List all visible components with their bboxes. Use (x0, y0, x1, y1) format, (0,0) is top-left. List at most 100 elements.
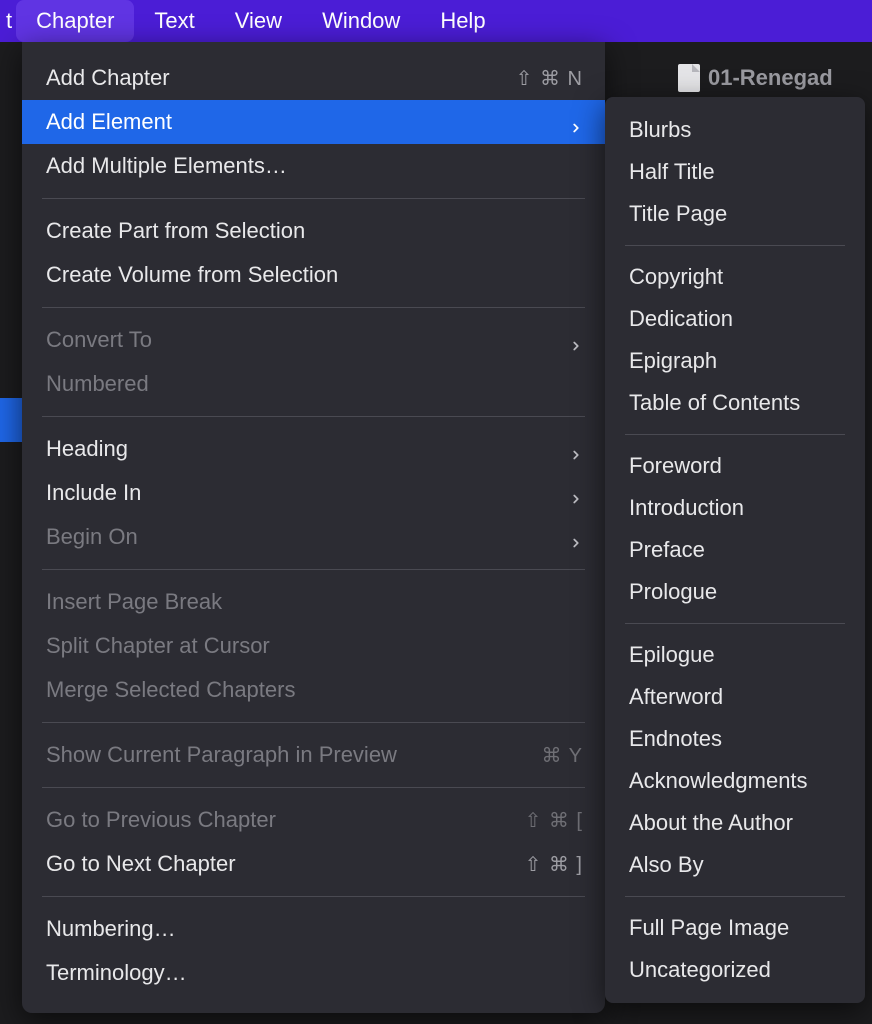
submenu-item-label: Full Page Image (629, 915, 789, 941)
submenu-item[interactable]: Epigraph (605, 340, 865, 382)
menu-separator (42, 416, 585, 417)
menu-item[interactable]: Heading (22, 427, 605, 471)
menu-item: Show Current Paragraph in Preview ⌘ Y (22, 733, 605, 777)
menu-item[interactable]: Add Chapter⇧ ⌘ N (22, 56, 605, 100)
chevron-right-icon (569, 442, 583, 456)
menu-separator (42, 896, 585, 897)
document-title: 01-Renegad (708, 65, 833, 91)
menu-item-label: Add Element (46, 109, 561, 135)
menu-item: Merge Selected Chapters (22, 668, 605, 712)
menu-item[interactable]: Add Element (22, 100, 605, 144)
menu-item-label: Create Part from Selection (46, 218, 583, 244)
menubar: t Chapter Text View Window Help (0, 0, 872, 42)
submenu-item[interactable]: Half Title (605, 151, 865, 193)
submenu-item[interactable]: Copyright (605, 256, 865, 298)
submenu-item-label: Table of Contents (629, 390, 800, 416)
menu-item: Go to Previous Chapter ⇧ ⌘ [ (22, 798, 605, 842)
add-element-submenu: Blurbs Half Title Title Page Copyright Dedic… (605, 97, 865, 1003)
menu-item-label: Merge Selected Chapters (46, 677, 583, 703)
submenu-item[interactable]: Epilogue (605, 634, 865, 676)
menu-item: Insert Page Break (22, 580, 605, 624)
document-tab[interactable]: 01-Renegad (678, 64, 833, 92)
menu-separator (42, 569, 585, 570)
submenu-item-label: Uncategorized (629, 957, 771, 983)
menu-item-label: Show Current Paragraph in Preview (46, 742, 533, 768)
menu-item-label: Begin On (46, 524, 561, 550)
document-icon (678, 64, 700, 92)
menu-item-label: Go to Previous Chapter (46, 807, 517, 833)
menu-item-label: Numbered (46, 371, 583, 397)
menu-separator (625, 896, 845, 897)
menu-item-label: Go to Next Chapter (46, 851, 517, 877)
submenu-item-label: About the Author (629, 810, 793, 836)
menu-separator (625, 434, 845, 435)
menubar-item-window[interactable]: Window (302, 0, 420, 42)
submenu-item-label: Also By (629, 852, 704, 878)
menu-item-label: Heading (46, 436, 561, 462)
menu-item-label: Create Volume from Selection (46, 262, 583, 288)
chevron-right-icon (569, 333, 583, 347)
submenu-item[interactable]: Title Page (605, 193, 865, 235)
submenu-item[interactable]: Table of Contents (605, 382, 865, 424)
menubar-item-text[interactable]: Text (134, 0, 214, 42)
submenu-item-label: Epigraph (629, 348, 717, 374)
submenu-item[interactable]: Prologue (605, 571, 865, 613)
menu-separator (625, 623, 845, 624)
menubar-item-view[interactable]: View (215, 0, 302, 42)
menu-item-label: Add Chapter (46, 65, 508, 91)
submenu-item[interactable]: Endnotes (605, 718, 865, 760)
menu-separator (42, 198, 585, 199)
submenu-item-label: Prologue (629, 579, 717, 605)
submenu-item[interactable]: Acknowledgments (605, 760, 865, 802)
submenu-item-label: Half Title (629, 159, 715, 185)
menu-item-label: Terminology… (46, 960, 583, 986)
menu-separator (42, 722, 585, 723)
menu-item-shortcut: ⇧ ⌘ [ (525, 808, 583, 833)
submenu-item[interactable]: Introduction (605, 487, 865, 529)
menu-item: Split Chapter at Cursor (22, 624, 605, 668)
menu-item[interactable]: Create Part from Selection (22, 209, 605, 253)
submenu-item-label: Foreword (629, 453, 722, 479)
menu-item[interactable]: Terminology… (22, 951, 605, 995)
menu-separator (42, 787, 585, 788)
submenu-item[interactable]: About the Author (605, 802, 865, 844)
menu-item-label: Numbering… (46, 916, 583, 942)
chevron-right-icon (569, 530, 583, 544)
submenu-item-label: Introduction (629, 495, 744, 521)
menu-item: Begin On (22, 515, 605, 559)
submenu-item-label: Endnotes (629, 726, 722, 752)
menu-item[interactable]: Numbering… (22, 907, 605, 951)
submenu-item[interactable]: Uncategorized (605, 949, 865, 991)
submenu-item[interactable]: Preface (605, 529, 865, 571)
menu-item-label: Convert To (46, 327, 561, 353)
submenu-item[interactable]: Afterword (605, 676, 865, 718)
submenu-item[interactable]: Dedication (605, 298, 865, 340)
menu-item[interactable]: Create Volume from Selection (22, 253, 605, 297)
chevron-right-icon (569, 486, 583, 500)
submenu-item-label: Dedication (629, 306, 733, 332)
submenu-item-label: Epilogue (629, 642, 715, 668)
menu-separator (625, 245, 845, 246)
submenu-item-label: Copyright (629, 264, 723, 290)
submenu-item-label: Title Page (629, 201, 727, 227)
menu-item[interactable]: Go to Next Chapter ⇧ ⌘ ] (22, 842, 605, 886)
menu-item[interactable]: Add Multiple Elements… (22, 144, 605, 188)
menubar-item-chapter[interactable]: Chapter (16, 0, 134, 42)
menu-item-label: Insert Page Break (46, 589, 583, 615)
submenu-item[interactable]: Also By (605, 844, 865, 886)
menu-item[interactable]: Include In (22, 471, 605, 515)
menu-item-shortcut: ⌘ Y (541, 743, 583, 768)
menu-item-shortcut: ⇧ ⌘ ] (525, 852, 583, 877)
submenu-item-label: Preface (629, 537, 705, 563)
submenu-item[interactable]: Full Page Image (605, 907, 865, 949)
chevron-right-icon (569, 115, 583, 129)
submenu-item[interactable]: Foreword (605, 445, 865, 487)
submenu-item-label: Blurbs (629, 117, 691, 143)
menubar-leading: t (0, 0, 16, 42)
submenu-item[interactable]: Blurbs (605, 109, 865, 151)
menubar-item-help[interactable]: Help (420, 0, 505, 42)
menu-item-label: Add Multiple Elements… (46, 153, 583, 179)
menu-item-label: Split Chapter at Cursor (46, 633, 583, 659)
menu-separator (42, 307, 585, 308)
sidebar-selection-indicator (0, 398, 22, 442)
